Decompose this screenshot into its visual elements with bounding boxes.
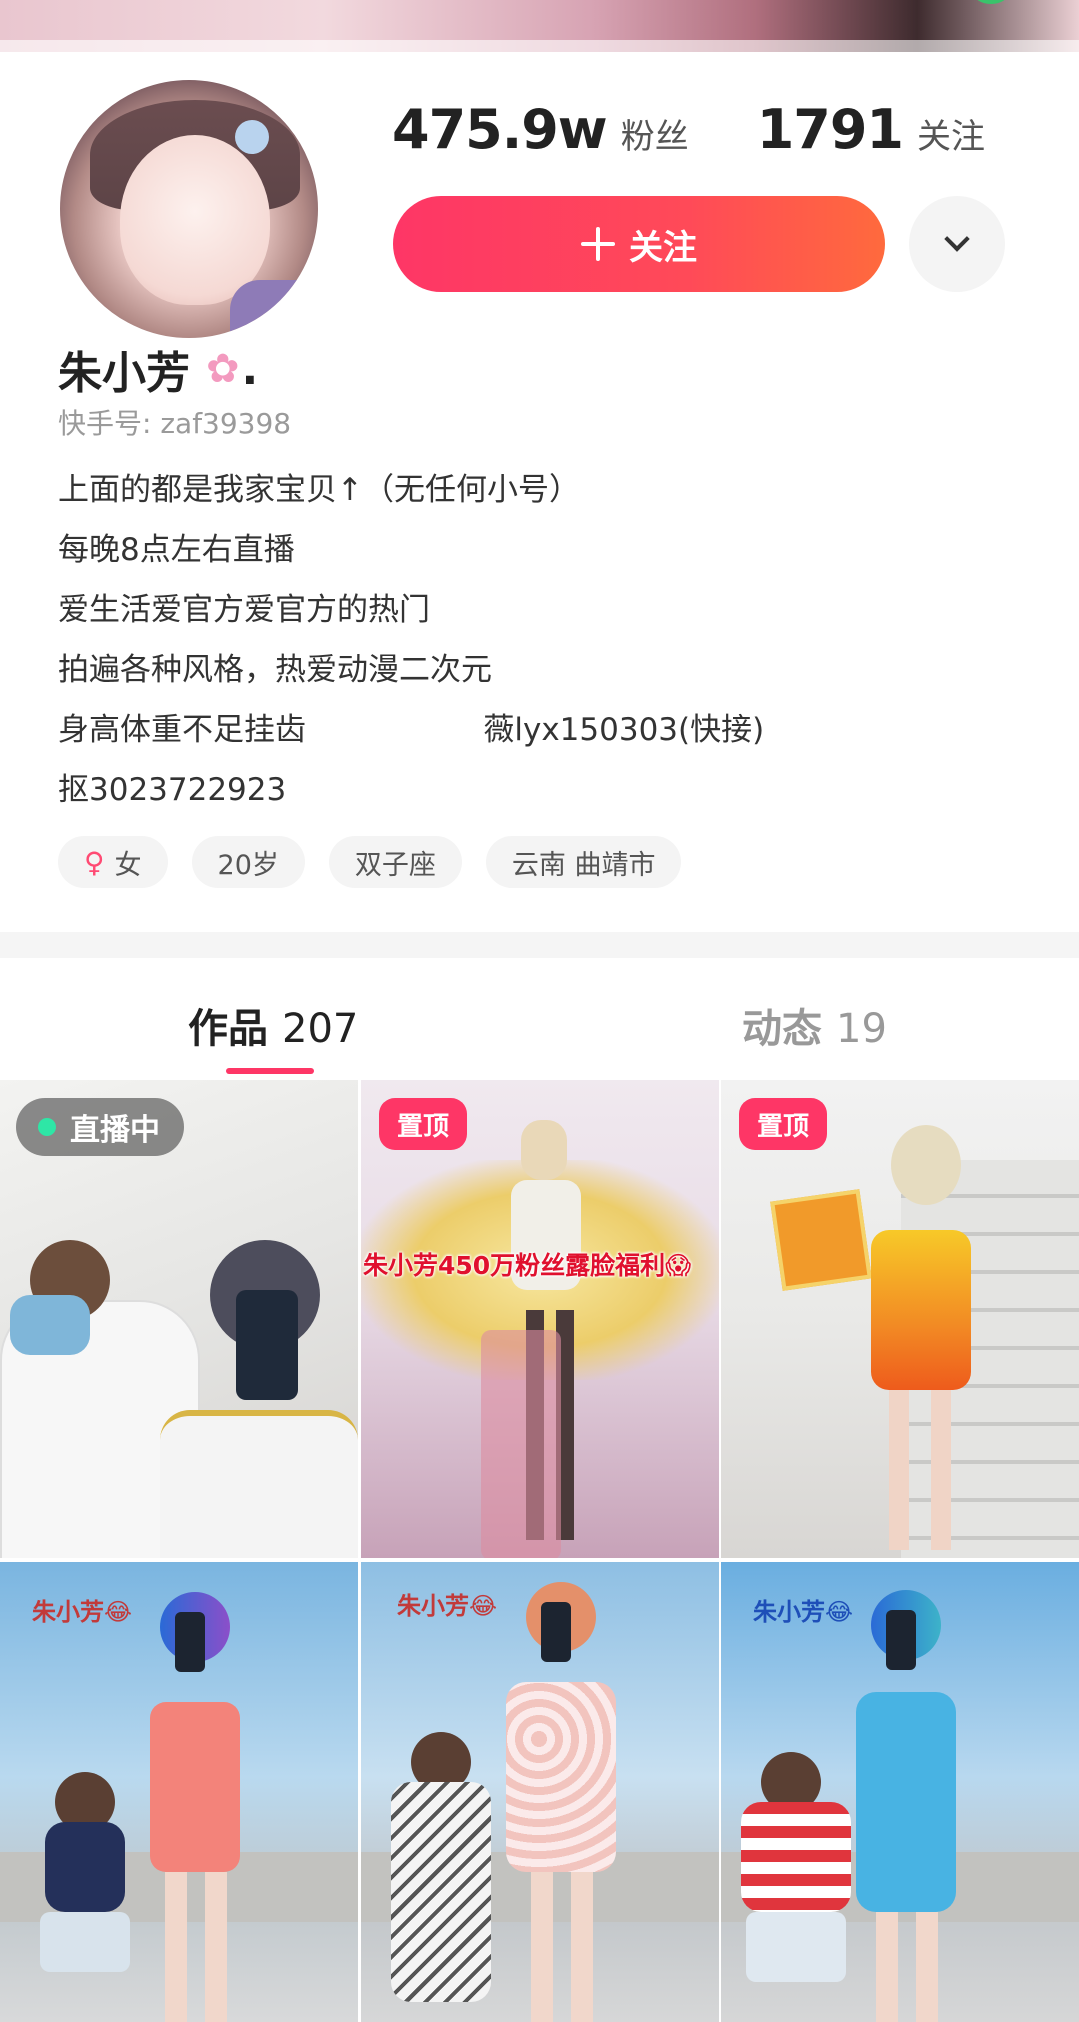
bio-line: 上面的都是我家宝贝↑（无任何小号）	[58, 472, 580, 508]
active-tab-indicator	[226, 1068, 314, 1074]
video-watermark: 朱小芳😂	[397, 1592, 498, 1620]
bio-line: 身高体重不足挂齿 薇lyx150303(快接)	[58, 712, 765, 748]
profile-name-row: 朱小芳 ✿ .	[58, 337, 258, 401]
live-indicator-icon	[38, 1118, 56, 1136]
work-thumbnail[interactable]: 朱小芳😂	[0, 1562, 358, 2022]
cover-banner	[0, 0, 1079, 56]
bio-line: 抠3023722923	[58, 772, 287, 808]
tab-moments[interactable]: 动态 19	[742, 996, 887, 1054]
following-count[interactable]: 1791	[757, 98, 904, 161]
tag-age[interactable]: 20岁	[191, 836, 305, 888]
profile-stats: 475.9w 粉丝 1791 关注	[392, 98, 985, 161]
content-tabs: 作品 207 动态 19	[0, 958, 1079, 1080]
works-grid: 直播中 置顶 朱小芳450万粉丝露脸福利😱 置顶 朱小芳😂 朱小芳😂 朱小芳😂	[0, 1080, 1079, 2022]
work-thumbnail[interactable]: 朱小芳😂	[361, 1562, 719, 2022]
tag-location[interactable]: 云南 曲靖市	[485, 836, 682, 888]
section-divider	[0, 932, 1079, 958]
plus-icon	[581, 227, 615, 261]
bio-line: 每晚8点左右直播	[58, 532, 295, 568]
profile-bio: 上面的都是我家宝贝↑（无任何小号） 每晚8点左右直播 爱生活爱官方爱官方的热门 …	[58, 460, 764, 820]
more-options-button[interactable]	[909, 196, 1005, 292]
followers-count[interactable]: 475.9w	[392, 98, 608, 161]
work-thumbnail[interactable]: 置顶 朱小芳450万粉丝露脸福利😱	[361, 1080, 719, 1558]
following-label[interactable]: 关注	[917, 109, 985, 158]
bio-line: 拍遍各种风格，热爱动漫二次元	[58, 652, 492, 688]
followers-label[interactable]: 粉丝	[621, 109, 689, 158]
bio-line: 爱生活爱官方爱官方的热门	[58, 592, 430, 628]
pinned-badge: 置顶	[739, 1098, 828, 1150]
pinned-badge: 置顶	[379, 1098, 468, 1150]
live-badge: 直播中	[16, 1098, 184, 1156]
follow-button-label: 关注	[629, 227, 697, 268]
video-watermark: 朱小芳😂	[753, 1598, 854, 1626]
profile-name: 朱小芳	[58, 348, 190, 399]
profile-name-suffix: .	[241, 343, 259, 395]
avatar[interactable]	[54, 74, 324, 344]
video-caption: 朱小芳450万粉丝露脸福利😱	[363, 1251, 692, 1280]
video-watermark: 朱小芳😂	[32, 1598, 133, 1626]
profile-tags: ♀ 女 20岁 双子座 云南 曲靖市	[58, 836, 705, 888]
work-thumbnail[interactable]: 朱小芳😂	[721, 1562, 1079, 2022]
tag-zodiac[interactable]: 双子座	[328, 836, 462, 888]
profile-card: 475.9w 粉丝 1791 关注 关注 朱小芳 ✿ . 快手号: zaf393…	[0, 52, 1079, 932]
chevron-down-icon	[944, 226, 970, 252]
tag-gender[interactable]: ♀ 女	[58, 836, 168, 888]
tab-works[interactable]: 作品 207	[188, 996, 358, 1054]
work-thumbnail[interactable]: 直播中	[0, 1080, 358, 1558]
kuaishou-id[interactable]: 快手号: zaf39398	[58, 402, 291, 442]
follow-button[interactable]: 关注	[393, 196, 885, 292]
female-icon: ♀	[84, 845, 105, 879]
cherry-blossom-icon: ✿	[206, 346, 240, 392]
cover-decoration	[973, 0, 1009, 4]
work-thumbnail[interactable]: 置顶	[721, 1080, 1079, 1558]
